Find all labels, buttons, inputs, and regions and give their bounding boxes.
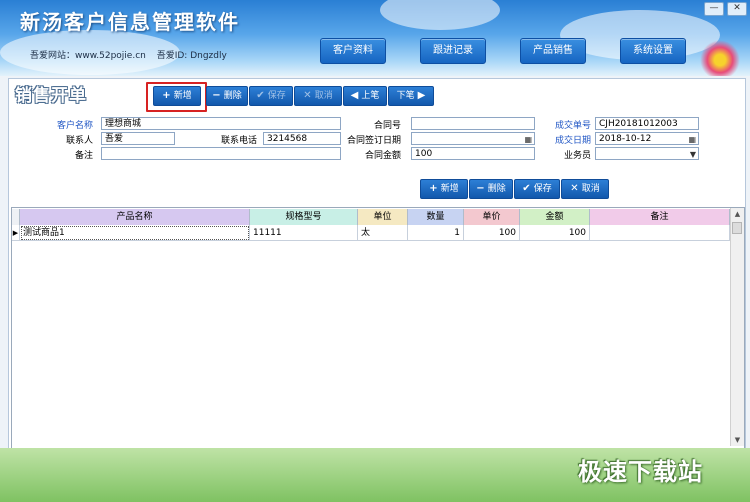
page-title: 销售开单 (15, 86, 87, 106)
col-header-price[interactable]: 单价 (464, 209, 520, 225)
deal-no-label: 成交单号 (554, 121, 591, 131)
remark-field[interactable] (101, 147, 341, 160)
detail-add-button[interactable]: + 新增 (420, 179, 468, 199)
calendar-icon[interactable]: ▦ (688, 133, 696, 146)
table-cell[interactable]: 太 (358, 225, 408, 241)
detail-add-label: 新增 (440, 184, 459, 194)
add-button[interactable]: + 新增 (153, 86, 201, 106)
contact-field[interactable]: 吾爱 (101, 132, 175, 145)
row-indicator-icon[interactable]: ▶ (12, 225, 20, 241)
minus-icon: − (212, 90, 221, 101)
salesman-label: 业务员 (563, 151, 591, 161)
save-button[interactable]: ✔ 保存 (249, 86, 293, 106)
contact-label: 联系人 (65, 136, 93, 146)
deal-date-label: 成交日期 (554, 136, 591, 146)
check-icon: ✔ (256, 90, 265, 101)
col-header-remark[interactable]: 备注 (590, 209, 730, 225)
remark-label: 备注 (74, 151, 93, 161)
minus-icon: − (476, 183, 485, 194)
check-icon: ✔ (522, 183, 531, 194)
detail-delete-button[interactable]: − 删除 (469, 179, 513, 199)
customer-name-field[interactable]: 理想商城 (101, 117, 341, 130)
deal-date-field[interactable]: 2018-10-12 ▦ (595, 132, 699, 145)
sales-order-panel: 销售开单 + 新增 − 删除 ✔ 保存 ✕ 取消 ◀ 上笔 下笔 ▶ 客户名称 … (8, 78, 746, 450)
flower-decoration (700, 40, 740, 76)
x-icon: ✕ (303, 90, 312, 101)
col-header-spec[interactable]: 规格型号 (250, 209, 358, 225)
row-header-corner (12, 209, 20, 225)
contract-no-label: 合同号 (373, 121, 401, 131)
close-button[interactable]: ✕ (727, 2, 747, 16)
table-cell[interactable]: 11111 (250, 225, 358, 241)
next-label: 下笔 (396, 91, 415, 101)
plus-icon: + (429, 183, 438, 194)
scroll-thumb[interactable] (732, 222, 742, 234)
delete-button[interactable]: − 删除 (206, 86, 248, 106)
prev-button[interactable]: ◀ 上笔 (343, 86, 387, 106)
cancel-label: 取消 (314, 91, 333, 101)
app-title: 新汤客户信息管理软件 (20, 10, 240, 34)
contract-date-label: 合同签订日期 (346, 136, 401, 146)
id-label: 吾爱ID: Dngzdly (156, 51, 227, 61)
watermark: 极速下载站 (578, 458, 703, 486)
vertical-scrollbar[interactable]: ▲ ▼ (730, 208, 744, 446)
nav-system-settings[interactable]: 系统设置 (620, 38, 686, 64)
arrow-left-icon: ◀ (350, 90, 359, 101)
detail-cancel-button[interactable]: ✕ 取消 (561, 179, 609, 199)
product-grid: 产品名称 规格型号 单位 数量 单价 金额 备注 ▶ 测试商品1 11111 太… (11, 207, 745, 449)
col-header-unit[interactable]: 单位 (358, 209, 408, 225)
detail-save-label: 保存 (533, 184, 552, 194)
cloud-decoration (380, 0, 500, 30)
salesman-select[interactable]: ▼ (595, 147, 699, 160)
scroll-down-icon[interactable]: ▼ (731, 434, 744, 446)
contract-amount-label: 合同金额 (364, 151, 401, 161)
site-label: 吾爱网站：www.52pojie.cn (30, 51, 146, 61)
contract-no-field[interactable] (411, 117, 535, 130)
table-cell[interactable]: 100 (464, 225, 520, 241)
chevron-down-icon[interactable]: ▼ (690, 148, 696, 161)
add-label: 新增 (173, 91, 192, 101)
contract-amount-field[interactable]: 100 (411, 147, 535, 160)
phone-label: 联系电话 (220, 136, 257, 146)
customer-name-label: 客户名称 (56, 121, 93, 131)
table-cell[interactable]: 1 (408, 225, 464, 241)
delete-label: 删除 (223, 91, 242, 101)
detail-cancel-label: 取消 (581, 184, 600, 194)
save-label: 保存 (267, 91, 286, 101)
table-cell[interactable] (590, 225, 730, 241)
deal-date-value: 2018-10-12 (599, 134, 652, 144)
next-button[interactable]: 下笔 ▶ (388, 86, 434, 106)
col-header-qty[interactable]: 数量 (408, 209, 464, 225)
detail-delete-label: 删除 (487, 184, 506, 194)
deal-no-field[interactable]: CJH20181012003 (595, 117, 699, 130)
nav-follow-up[interactable]: 跟进记录 (420, 38, 486, 64)
table-cell[interactable]: 测试商品1 (20, 225, 250, 241)
nav-product-sales[interactable]: 产品销售 (520, 38, 586, 64)
minimize-button[interactable]: — (704, 2, 724, 16)
plus-icon: + (162, 90, 171, 101)
prev-label: 上笔 (361, 91, 380, 101)
col-header-amount[interactable]: 金额 (520, 209, 590, 225)
arrow-right-icon: ▶ (417, 90, 426, 101)
cancel-button[interactable]: ✕ 取消 (294, 86, 342, 106)
detail-save-button[interactable]: ✔ 保存 (514, 179, 560, 199)
nav-customer-info[interactable]: 客户资料 (320, 38, 386, 64)
scroll-up-icon[interactable]: ▲ (731, 208, 744, 220)
x-icon: ✕ (570, 183, 579, 194)
contract-date-field[interactable]: ▦ (411, 132, 535, 145)
app-header: 新汤客户信息管理软件 吾爱网站：www.52pojie.cn 吾爱ID: Dng… (0, 0, 750, 76)
col-header-product[interactable]: 产品名称 (20, 209, 250, 225)
site-info: 吾爱网站：www.52pojie.cn 吾爱ID: Dngzdly (30, 48, 235, 61)
table-cell[interactable]: 100 (520, 225, 590, 241)
